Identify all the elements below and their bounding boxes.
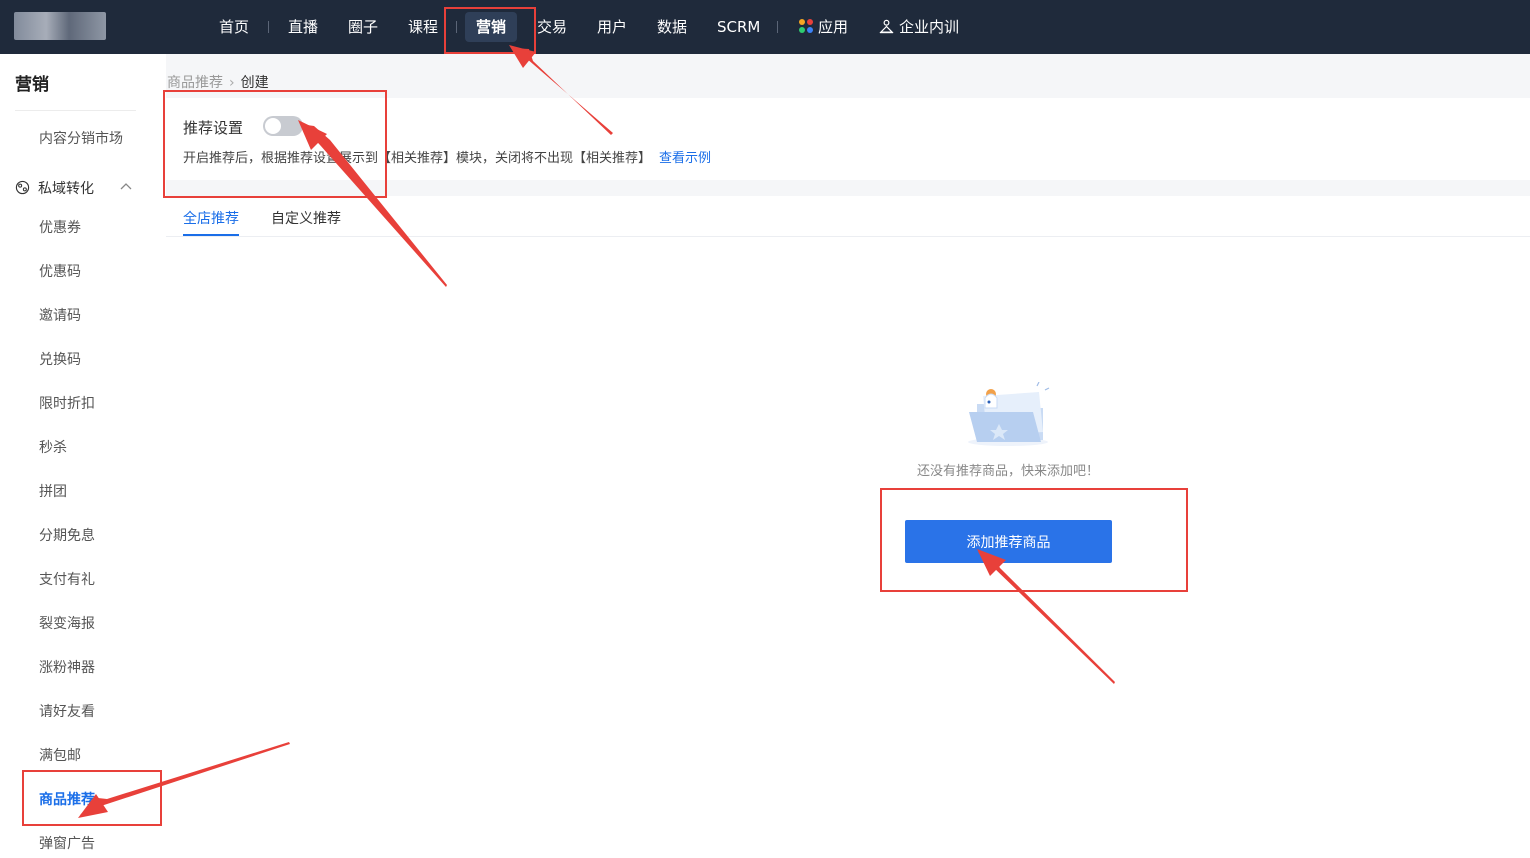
- breadcrumb-parent[interactable]: 商品推荐: [167, 75, 223, 91]
- tab-active-indicator: [183, 234, 239, 236]
- recommend-content-card: 全店推荐 自定义推荐 还没有推荐商品，快来添加吧！ 添加推荐商品: [166, 196, 1530, 858]
- sidebar: 营销 内容分销市场 私域转化 优惠券 优惠码 邀请码 兑换码 限时折扣 秒杀 拼…: [0, 54, 166, 858]
- annotation-box-button: [880, 488, 1188, 592]
- nav-enterprise-training[interactable]: 企业内训: [879, 0, 959, 54]
- annotation-box-sidebar: [22, 770, 162, 826]
- sidebar-item-redeem-code[interactable]: 兑换码: [39, 349, 81, 369]
- sidebar-group-private-conversion[interactable]: 私域转化: [15, 178, 94, 198]
- chevron-up-icon[interactable]: [120, 182, 132, 190]
- tab-custom[interactable]: 自定义推荐: [271, 208, 341, 228]
- sidebar-item-installment[interactable]: 分期免息: [39, 525, 95, 545]
- sidebar-item-free-shipping[interactable]: 满包邮: [39, 745, 81, 765]
- nav-course[interactable]: 课程: [408, 0, 438, 54]
- nav-live[interactable]: 直播: [288, 0, 318, 54]
- sidebar-item-fan-booster[interactable]: 涨粉神器: [39, 657, 95, 677]
- annotation-box-setting: [163, 90, 387, 198]
- conversion-icon: [15, 180, 30, 195]
- sidebar-item-invite-code[interactable]: 邀请码: [39, 305, 81, 325]
- top-navbar: 首页 直播 圈子 课程 营销 交易 用户 数据 SCRM 应用 企业内训: [0, 0, 1530, 54]
- tab-store-wide[interactable]: 全店推荐: [183, 208, 239, 228]
- sidebar-item-coupon[interactable]: 优惠券: [39, 217, 81, 237]
- sidebar-divider: [15, 110, 136, 111]
- training-icon: [879, 19, 894, 34]
- sidebar-item-group-buy[interactable]: 拼团: [39, 481, 67, 501]
- nav-circle[interactable]: 圈子: [348, 0, 378, 54]
- sidebar-item-content-distribution[interactable]: 内容分销市场: [39, 128, 123, 148]
- sidebar-item-pay-gift[interactable]: 支付有礼: [39, 569, 95, 589]
- breadcrumb-chevron-icon: ›: [229, 75, 235, 91]
- nav-trade[interactable]: 交易: [537, 0, 567, 54]
- sidebar-item-seckill[interactable]: 秒杀: [39, 437, 67, 457]
- sidebar-item-popup-ad[interactable]: 弹窗广告: [39, 833, 95, 853]
- nav-scrm[interactable]: SCRM: [717, 0, 760, 54]
- empty-state-text: 还没有推荐商品，快来添加吧！: [916, 464, 1099, 479]
- view-example-link[interactable]: 查看示例: [659, 151, 711, 166]
- breadcrumb: 商品推荐 › 创建: [167, 72, 269, 92]
- nav-data[interactable]: 数据: [657, 0, 687, 54]
- nav-training-label: 企业内训: [899, 18, 960, 36]
- empty-folder-icon: [968, 382, 1050, 446]
- sidebar-item-flash-discount[interactable]: 限时折扣: [39, 393, 95, 413]
- nav-apps-label: 应用: [818, 18, 849, 36]
- sidebar-group-label: 私域转化: [38, 181, 94, 197]
- brand-logo[interactable]: [14, 12, 106, 40]
- nav-separator: [777, 21, 778, 33]
- nav-users[interactable]: 用户: [597, 0, 627, 54]
- sidebar-item-promo-code[interactable]: 优惠码: [39, 261, 81, 281]
- tab-bar: 全店推荐 自定义推荐: [166, 196, 1530, 237]
- nav-apps[interactable]: 应用: [799, 0, 848, 54]
- sidebar-item-fission-poster[interactable]: 裂变海报: [39, 613, 95, 633]
- annotation-box-nav: [444, 7, 536, 54]
- nav-home[interactable]: 首页: [219, 0, 249, 54]
- sidebar-item-invite-friend[interactable]: 请好友看: [39, 701, 95, 721]
- breadcrumb-current: 创建: [240, 75, 269, 91]
- nav-separator: [268, 21, 269, 33]
- apps-grid-icon: [799, 19, 813, 33]
- sidebar-title: 营销: [15, 75, 49, 95]
